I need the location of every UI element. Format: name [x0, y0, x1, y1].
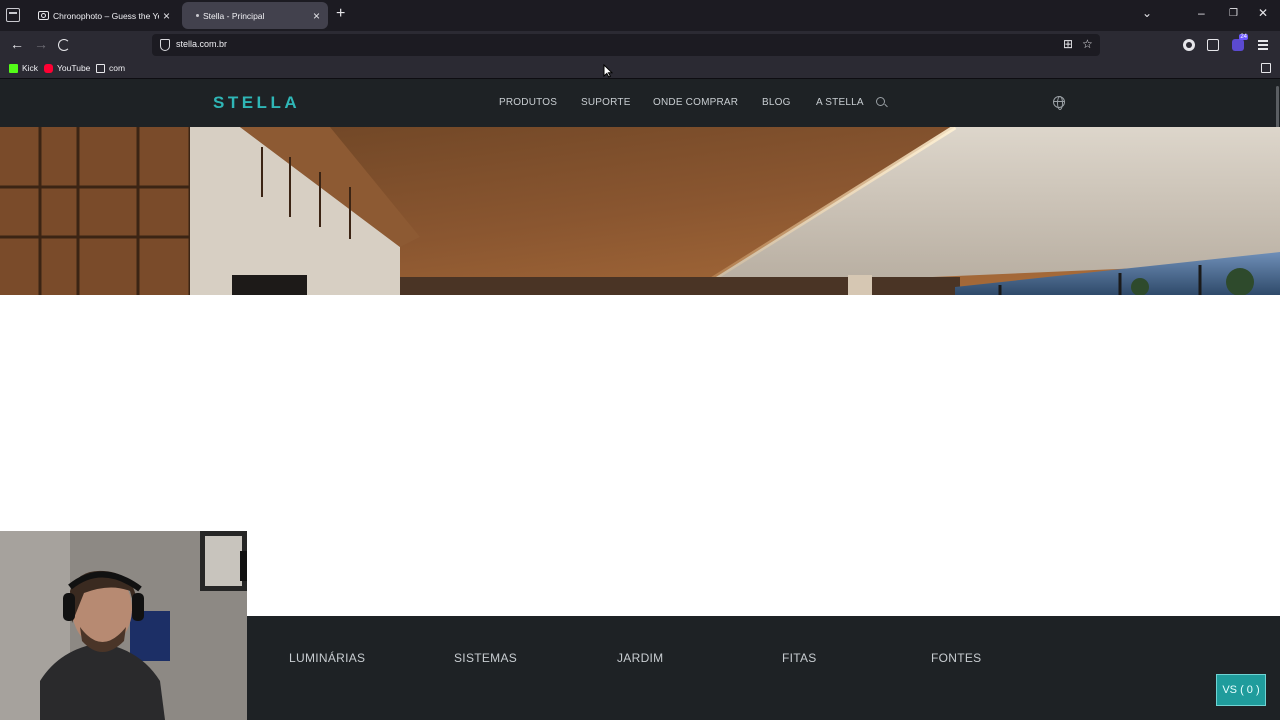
- bookmark-star-icon[interactable]: ☆: [1082, 38, 1093, 50]
- mouse-cursor-icon: [603, 64, 613, 78]
- category-fitas[interactable]: FITAS: [782, 651, 817, 665]
- back-button[interactable]: ←: [10, 37, 24, 51]
- search-icon[interactable]: [876, 97, 885, 106]
- extension-badge-count: 24: [1239, 34, 1248, 40]
- category-sistemas[interactable]: SISTEMAS: [454, 651, 517, 665]
- webcam-overlay-image: [0, 531, 247, 720]
- install-app-icon[interactable]: ⊞: [1063, 38, 1073, 50]
- nav-a-stella[interactable]: A STELLA: [816, 97, 864, 108]
- globe-icon[interactable]: [1053, 96, 1065, 110]
- nav-produtos[interactable]: PRODUTOS: [499, 97, 557, 108]
- minimize-button[interactable]: –: [1198, 7, 1205, 19]
- window-close-button[interactable]: ✕: [1258, 7, 1268, 19]
- tab-list-icon[interactable]: [6, 8, 20, 22]
- tab-title: Chronophoto – Guess the Year: [53, 10, 159, 21]
- url-text[interactable]: stella.com.br: [176, 39, 227, 49]
- extension-badge-icon[interactable]: 24: [1232, 34, 1248, 51]
- close-icon[interactable]: ×: [313, 10, 320, 22]
- nav-suporte[interactable]: SUPORTE: [581, 97, 631, 108]
- other-bookmarks-icon[interactable]: [1261, 63, 1271, 73]
- new-tab-button[interactable]: +: [336, 6, 345, 22]
- tab-stella[interactable]: Stella - Principal ×: [182, 2, 328, 29]
- category-fontes[interactable]: FONTES: [931, 651, 981, 665]
- chevron-down-icon[interactable]: ⌄: [1142, 7, 1152, 19]
- category-luminarias[interactable]: LUMINÁRIAS: [289, 651, 365, 665]
- hamburger-menu-icon[interactable]: [1258, 40, 1268, 52]
- tab-title: Stella - Principal: [203, 10, 265, 21]
- bookmarks-bar: Kick YouTube com: [0, 59, 1280, 79]
- camera-icon: [38, 11, 49, 20]
- hero-banner-image: [0, 127, 1280, 295]
- extension-icon[interactable]: [1183, 39, 1195, 51]
- bookmark-label: Kick: [22, 63, 39, 73]
- folder-icon: [96, 63, 105, 73]
- bookmark-label: com: [109, 63, 126, 73]
- category-jardim[interactable]: JARDIM: [617, 651, 663, 665]
- kick-icon: [9, 63, 18, 73]
- shield-icon[interactable]: [160, 39, 170, 51]
- tab-chronophoto[interactable]: Chronophoto – Guess the Year ×: [30, 2, 178, 29]
- compare-button[interactable]: VS ( 0 ): [1216, 674, 1266, 706]
- bookmark-label: YouTube: [57, 63, 91, 73]
- nav-blog[interactable]: BLOG: [762, 97, 791, 108]
- close-icon[interactable]: ×: [163, 10, 170, 22]
- youtube-icon: [44, 63, 53, 73]
- extensions-puzzle-icon[interactable]: [1207, 39, 1219, 51]
- bookmark-kick[interactable]: Kick: [9, 63, 38, 73]
- loading-dot-icon: [196, 14, 199, 17]
- stella-logo[interactable]: STELLA: [213, 93, 300, 113]
- bookmark-youtube[interactable]: YouTube: [44, 63, 90, 73]
- site-header: STELLA PRODUTOS SUPORTE ONDE COMPRAR BLO…: [0, 79, 1280, 127]
- restore-button[interactable]: ❐: [1229, 9, 1238, 19]
- address-bar[interactable]: stella.com.br ⊞ ☆: [152, 34, 1100, 56]
- navigation-toolbar: ← → stella.com.br ⊞ ☆ 24: [0, 31, 1280, 59]
- tab-bar: Chronophoto – Guess the Year × Stella - …: [0, 0, 1280, 31]
- nav-onde-comprar[interactable]: ONDE COMPRAR: [653, 97, 738, 108]
- forward-button[interactable]: →: [34, 37, 48, 51]
- stop-loading-icon[interactable]: [58, 39, 70, 51]
- bookmark-folder-com[interactable]: com: [96, 63, 125, 73]
